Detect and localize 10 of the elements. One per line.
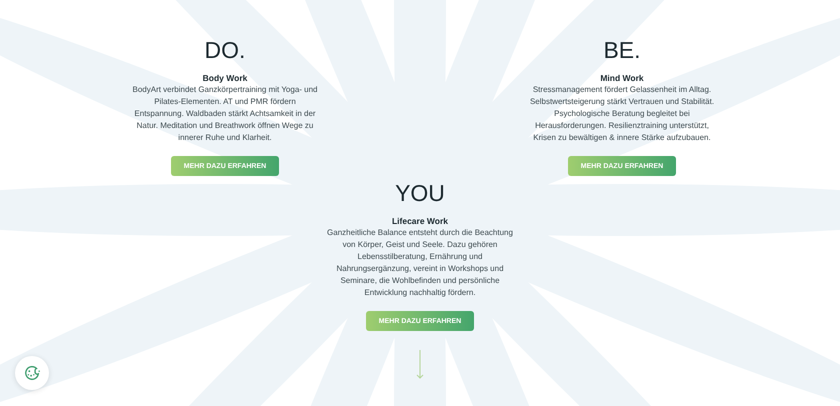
section-description: Ganzheitliche Balance entsteht durch die Beachtung von Körper, Geist und Seele. Dazu gehören Lebensstilberatung, Ernährung und Nahrungsergänzung, vereint in Workshops und Seminare, die Wohlbefinden und persönliche Entwicklung nachhaltig fördern. (326, 227, 514, 299)
cookie-icon (23, 364, 41, 382)
section-title: YOU (395, 180, 445, 206)
section-heading: Lifecare Work (392, 216, 448, 227)
section-heading: Body Work (202, 73, 248, 84)
section-title: BE. (603, 37, 641, 63)
section-description: BodyArt verbindet Ganzkörpertraining mit Yoga- und Pilates-Elementen. AT und PMR fördern Entspannung. Waldbaden stärkt Achtsamkeit in der Natur. Meditation und Breathwork öffnen Wege zu innerer Ruhe und Klarheit. (132, 84, 318, 144)
section-description: Stressmanagement fördert Gelassenheit im Alltag. Selbstwertsteigerung stärkt Vertrauen und Stabilität. Psychologische Beratung begleitet bei Herausforderungen. Resilienztraining unterstützt, Krisen zu bewältigen & innere Stärke aufzubauen. (528, 84, 716, 144)
section-title: DO. (204, 37, 246, 63)
section-heading: Mind Work (600, 73, 644, 84)
